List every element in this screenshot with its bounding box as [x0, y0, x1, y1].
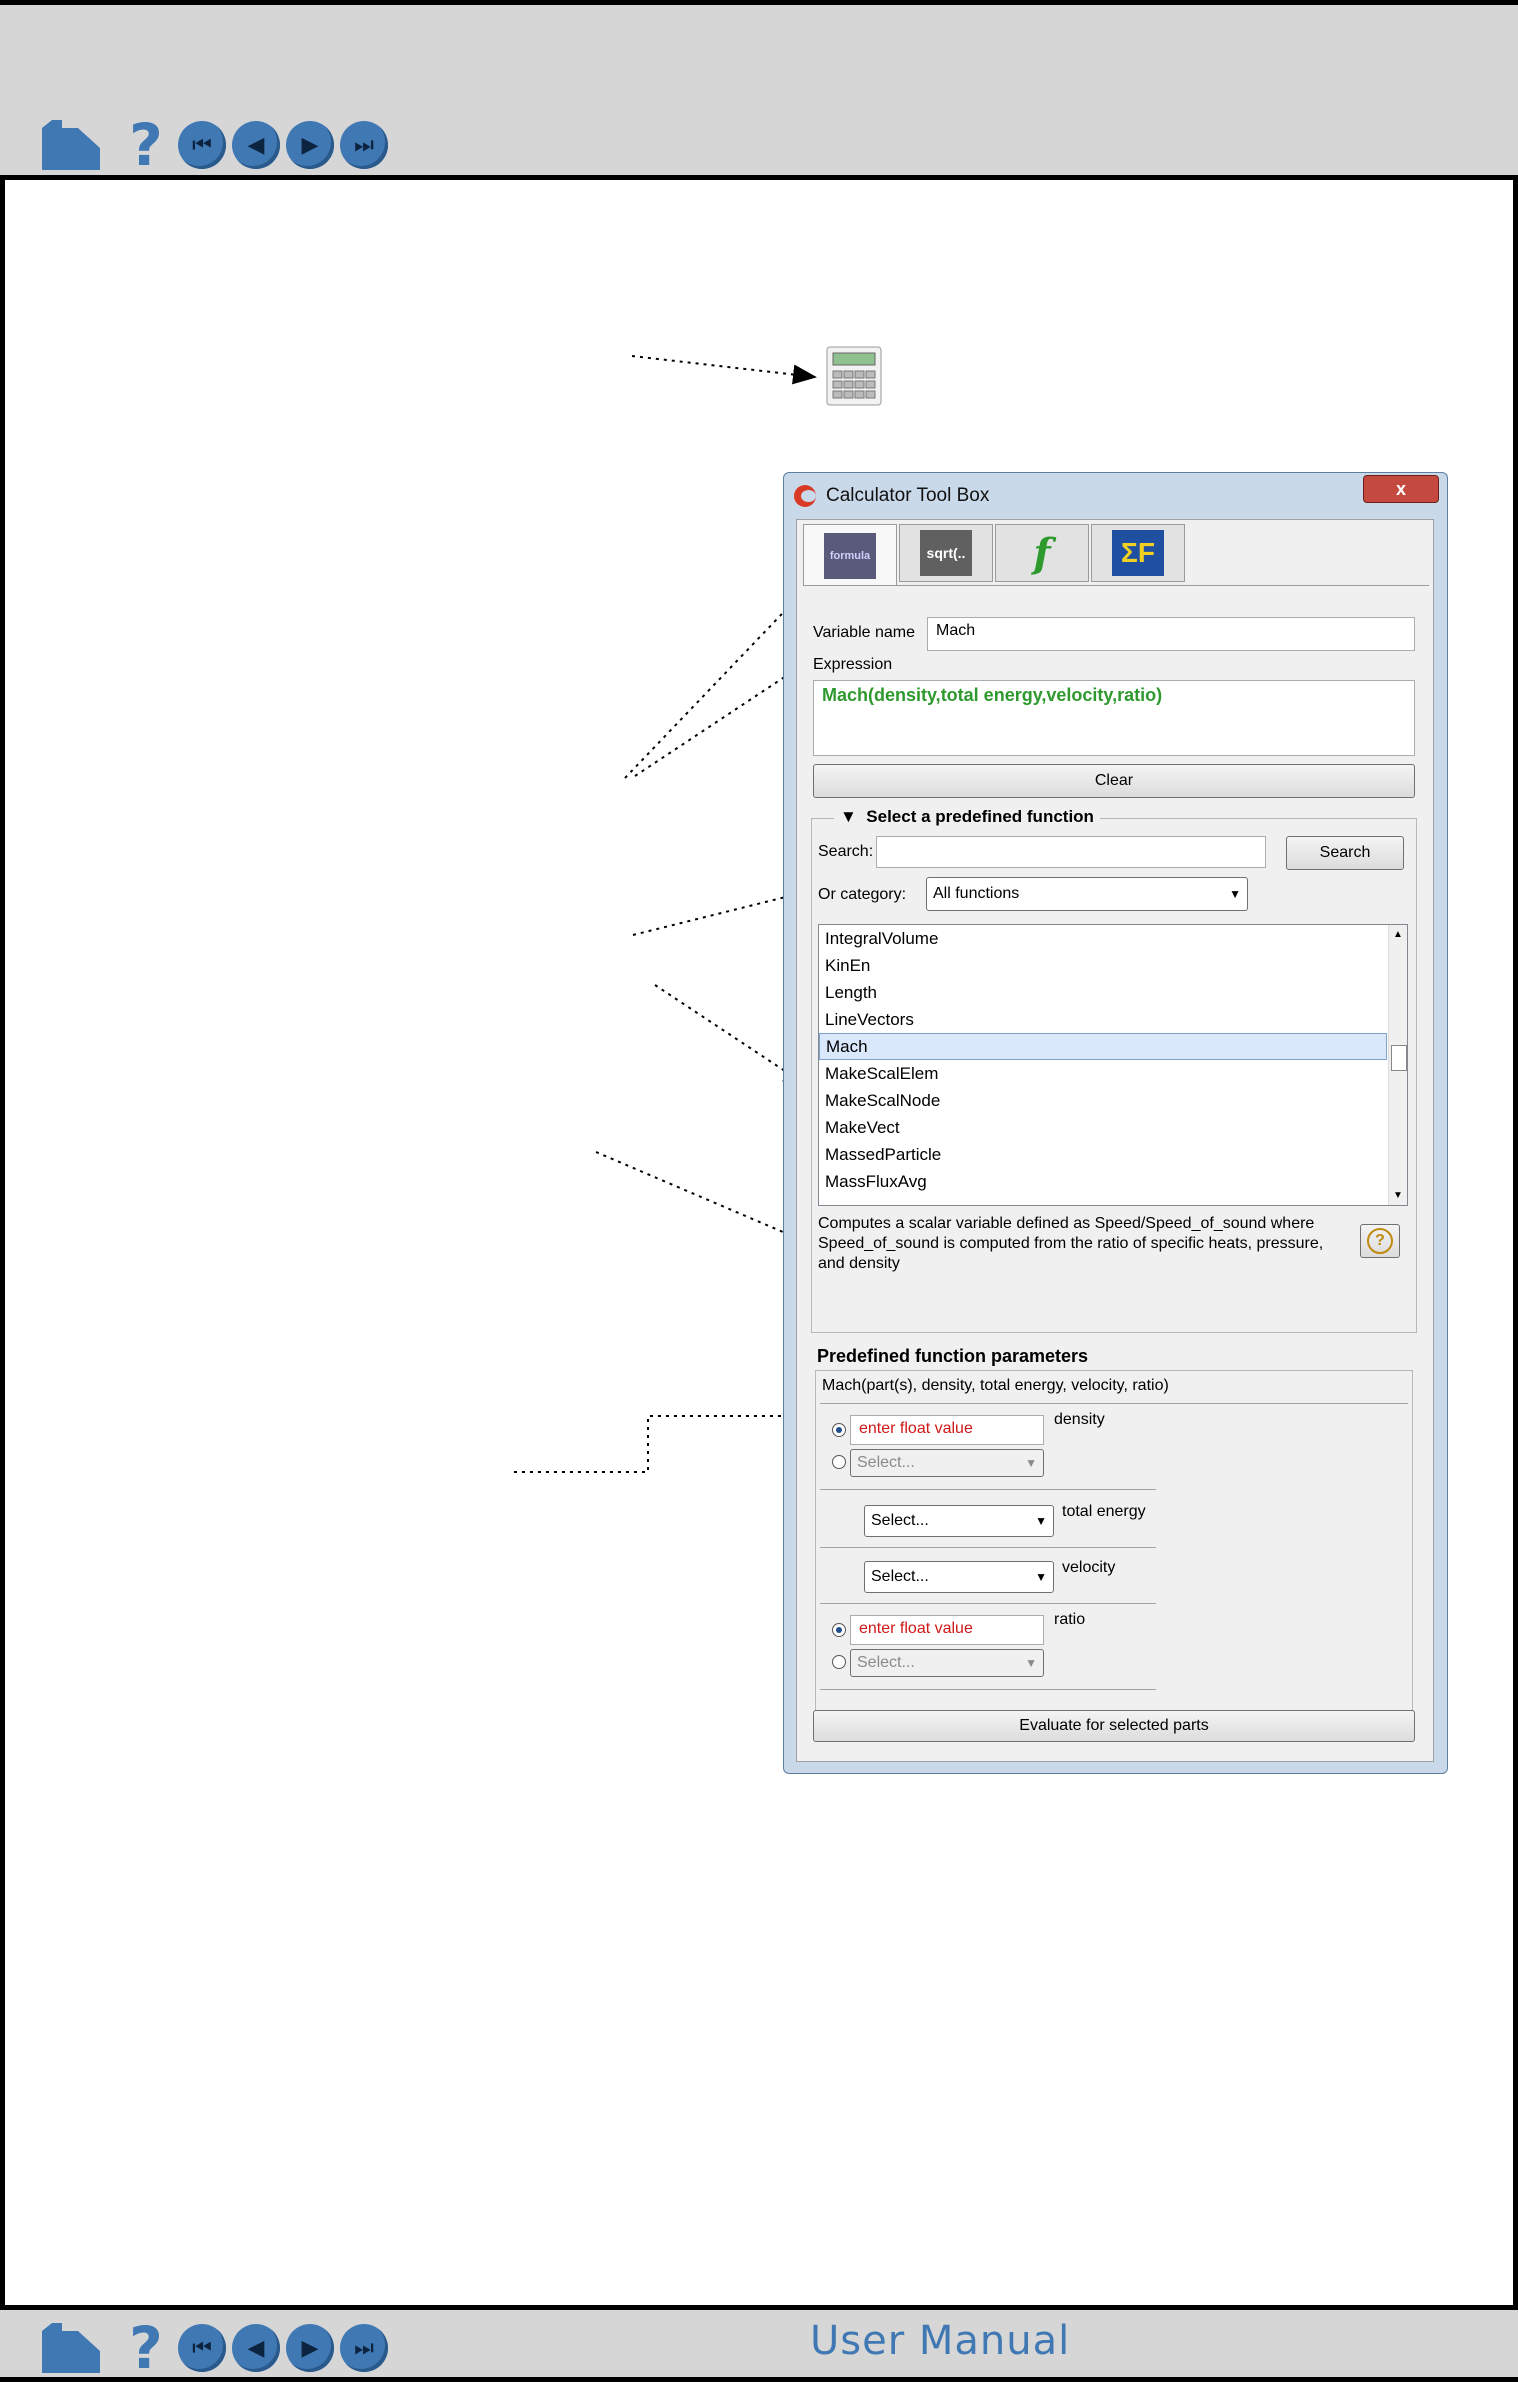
list-item[interactable]: MakeScalNode	[819, 1087, 1387, 1114]
list-item[interactable]: Length	[819, 979, 1387, 1006]
ratio-select[interactable]: Select... ▼	[850, 1649, 1044, 1677]
function-list-scrollbar[interactable]: ▲ ▼	[1388, 925, 1407, 1205]
list-item[interactable]: Mach	[819, 1033, 1387, 1060]
function-list[interactable]: IntegralVolume KinEn Length LineVectors Mach…	[818, 924, 1408, 1206]
param-separator	[820, 1603, 1156, 1604]
user-manual-title: User Manual	[810, 2318, 1071, 2364]
dialog-body: formula sqrt(.. f ΣF Variable name Mach …	[796, 519, 1434, 1762]
function-description: Computes a scalar variable defined as Sp…	[818, 1215, 1324, 1272]
param-separator	[820, 1547, 1156, 1548]
previous-page-icon[interactable]: ◀	[232, 2324, 280, 2372]
dialog-title: Calculator Tool Box	[826, 485, 990, 506]
search-button[interactable]: Search	[1286, 836, 1404, 870]
scroll-up-icon[interactable]: ▲	[1389, 925, 1407, 940]
list-item[interactable]: KinEn	[819, 952, 1387, 979]
list-item[interactable]: MakeScalElem	[819, 1060, 1387, 1087]
params-header: Predefined function parameters	[817, 1346, 1089, 1366]
sum-function-icon: ΣF	[1112, 530, 1164, 576]
scroll-down-icon[interactable]: ▼	[1389, 1190, 1407, 1201]
next-page-icon[interactable]: ▶	[286, 2324, 334, 2372]
calculator-toolbox-dialog: Calculator Tool Box x formula sqrt(.. f …	[783, 472, 1448, 1774]
help-circle-icon: ?	[1367, 1228, 1393, 1254]
chevron-down-icon: ▼	[1025, 1656, 1037, 1670]
velocity-select-value: Select...	[871, 1568, 929, 1585]
density-select-value: Select...	[857, 1454, 915, 1471]
category-label: Or category:	[818, 886, 907, 903]
tab-sqrt-function[interactable]: sqrt(..	[899, 524, 993, 582]
close-button[interactable]: x	[1363, 475, 1439, 503]
chevron-down-icon: ▼	[1035, 1570, 1047, 1584]
arrow-to-calculator-icon	[631, 355, 817, 385]
ratio-select-value: Select...	[857, 1654, 915, 1671]
chevron-down-icon: ▼	[1025, 1456, 1037, 1470]
params-group: Mach(part(s), density, total energy, vel…	[815, 1370, 1413, 1734]
function-list-items: IntegralVolume KinEn Length LineVectors Mach…	[819, 925, 1407, 1195]
evaluate-button[interactable]: Evaluate for selected parts	[813, 1710, 1415, 1742]
help-icon[interactable]: ?	[124, 2318, 168, 2378]
param-separator	[820, 1489, 1156, 1490]
bottom-nav-group: ? ⏮ ◀ ▶ ⏭	[38, 2318, 394, 2378]
density-float-radio[interactable]	[832, 1423, 846, 1437]
params-signature: Mach(part(s), density, total energy, vel…	[822, 1377, 1169, 1394]
last-page-icon[interactable]: ⏭	[340, 2324, 388, 2372]
density-float-input[interactable]: enter float value	[850, 1415, 1044, 1445]
general-formula-icon: formula	[824, 532, 876, 579]
total-energy-select-value: Select...	[871, 1512, 929, 1529]
expression-input[interactable]: Mach(density,total energy,velocity,ratio…	[813, 680, 1415, 756]
velocity-select[interactable]: Select... ▼	[864, 1561, 1054, 1593]
predefined-function-title: Select a predefined function	[866, 807, 1094, 826]
collapse-arrow-icon: ▼	[840, 807, 867, 826]
user-function-icon: f	[1033, 529, 1051, 577]
clear-button[interactable]: Clear	[813, 764, 1415, 798]
list-item[interactable]: MassedParticle	[819, 1141, 1387, 1168]
tab-user-function[interactable]: f	[995, 524, 1089, 582]
scroll-thumb[interactable]	[1391, 1045, 1407, 1071]
bottom-navigation-bar: ? ⏮ ◀ ▶ ⏭	[0, 2305, 1518, 2382]
list-item[interactable]: MakeVect	[819, 1114, 1387, 1141]
density-label: density	[1054, 1411, 1105, 1428]
category-select[interactable]: All functions ▼	[926, 877, 1248, 911]
density-select-radio[interactable]	[832, 1455, 846, 1469]
total-energy-select[interactable]: Select... ▼	[864, 1505, 1054, 1537]
first-page-icon[interactable]: ⏮	[178, 2324, 226, 2372]
params-separator	[820, 1403, 1408, 1404]
ratio-select-radio[interactable]	[832, 1655, 846, 1669]
total-energy-label: total energy	[1062, 1503, 1146, 1520]
variable-name-label: Variable name	[813, 624, 915, 641]
list-item[interactable]: IntegralVolume	[819, 925, 1387, 952]
ratio-float-input[interactable]: enter float value	[850, 1615, 1044, 1645]
density-select[interactable]: Select... ▼	[850, 1449, 1044, 1477]
predefined-function-header[interactable]: ▼ Select a predefined function	[834, 807, 1100, 827]
function-tabs: formula sqrt(.. f ΣF	[803, 524, 1187, 586]
home-icon[interactable]	[38, 2321, 104, 2375]
search-label: Search:	[818, 843, 874, 860]
chevron-down-icon: ▼	[1035, 1514, 1047, 1528]
list-item[interactable]: LineVectors	[819, 1006, 1387, 1033]
variable-name-input[interactable]: Mach	[927, 617, 1415, 651]
list-item[interactable]: MassFluxAvg	[819, 1168, 1387, 1195]
dialog-titlebar: Calculator Tool Box	[794, 481, 989, 511]
expression-label: Expression	[813, 656, 893, 673]
app-logo-icon	[794, 485, 816, 507]
tab-divider	[803, 585, 1429, 586]
search-input[interactable]	[876, 836, 1266, 868]
predefined-function-group: ▼ Select a predefined function Search: S…	[811, 807, 1417, 1333]
function-help-button[interactable]: ?	[1360, 1224, 1400, 1258]
chevron-down-icon: ▼	[1229, 887, 1241, 901]
tab-general-formula[interactable]: formula	[803, 524, 897, 586]
ratio-float-radio[interactable]	[832, 1623, 846, 1637]
param-separator	[820, 1689, 1156, 1690]
ratio-label: ratio	[1054, 1611, 1086, 1628]
tab-sum-function[interactable]: ΣF	[1091, 524, 1185, 582]
sqrt-function-icon: sqrt(..	[920, 530, 972, 576]
velocity-label: velocity	[1062, 1559, 1116, 1576]
category-value: All functions	[933, 885, 1020, 902]
